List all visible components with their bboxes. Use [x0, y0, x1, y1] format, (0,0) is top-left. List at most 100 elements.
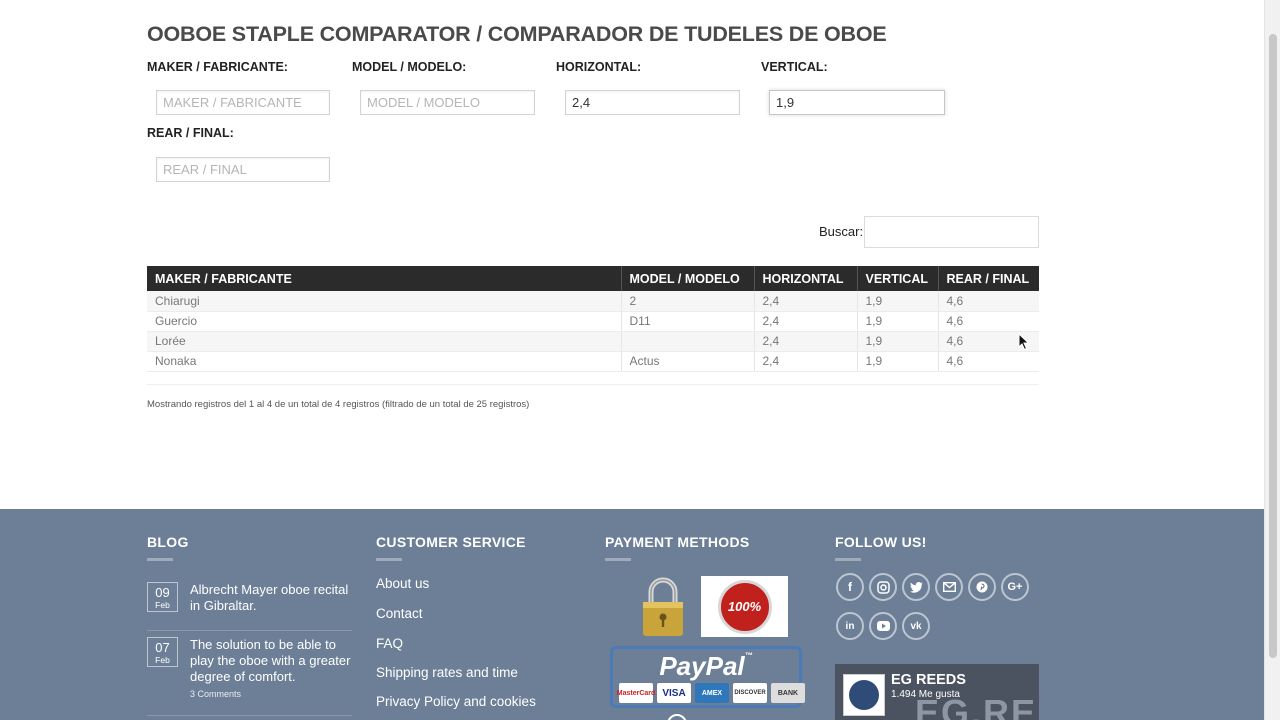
- page-scrollbar[interactable]: [1264, 0, 1280, 720]
- post-date-badge: 07 Feb: [147, 637, 178, 667]
- table-header-row: MAKER / FABRICANTE MODEL / MODELO HORIZO…: [147, 266, 1039, 291]
- padlock-icon: [643, 577, 683, 636]
- cell-horizontal: 2,4: [754, 311, 858, 332]
- footer-customer-service-heading: CUSTOMER SERVICE: [376, 534, 526, 550]
- post-comments-link[interactable]: 3 Comments: [190, 689, 241, 699]
- site-footer: BLOG 09 Feb Albrecht Mayer oboe recital …: [0, 509, 1264, 720]
- search-icon: [667, 714, 687, 720]
- footer-payment-heading: PAYMENT METHODS: [605, 534, 750, 550]
- post-day: 09: [155, 585, 170, 600]
- footer-follow-heading: FOLLOW US!: [835, 534, 927, 550]
- column-header-vertical[interactable]: VERTICAL: [857, 266, 939, 291]
- column-header-horizontal[interactable]: HORIZONTAL: [754, 266, 858, 291]
- cell-model: 2: [621, 291, 755, 312]
- instagram-icon[interactable]: [869, 573, 897, 601]
- cell-maker: Chiarugi: [147, 291, 622, 312]
- post-title-link[interactable]: The solution to be able to play the oboe…: [190, 637, 355, 685]
- cell-rear: 4,6: [938, 311, 1039, 332]
- cell-model: [621, 331, 755, 352]
- maker-filter-label: MAKER / FABRICANTE:: [147, 60, 288, 74]
- heading-underline: [147, 558, 173, 561]
- heading-underline: [376, 558, 402, 561]
- cell-maker: Lorée: [147, 331, 622, 352]
- cell-vertical: 1,9: [857, 291, 939, 312]
- email-icon[interactable]: [935, 573, 963, 601]
- google-plus-icon[interactable]: G+: [1001, 573, 1029, 601]
- maker-filter-input[interactable]: [156, 90, 330, 115]
- results-table: MAKER / FABRICANTE MODEL / MODELO HORIZO…: [147, 266, 1039, 372]
- bank-icon: BANK: [771, 683, 805, 703]
- horizontal-filter-input[interactable]: [565, 90, 740, 115]
- paypal-trademark: ™: [744, 651, 753, 660]
- cell-vertical: 1,9: [857, 331, 939, 352]
- cell-model: Actus: [621, 351, 755, 372]
- heading-underline: [835, 558, 861, 561]
- cell-horizontal: 2,4: [754, 331, 858, 352]
- cell-rear: 4,6: [938, 351, 1039, 372]
- paypal-wordmark: PayPal: [659, 651, 745, 681]
- paypal-logo: PayPal™: [613, 651, 799, 682]
- table-footer-divider: [147, 384, 1039, 386]
- horizontal-filter-label: HORIZONTAL:: [556, 60, 642, 74]
- facebook-icon[interactable]: f: [836, 573, 864, 601]
- youtube-icon[interactable]: [869, 612, 897, 640]
- post-divider: [147, 715, 352, 716]
- table-row: Chiarugi 2 2,4 1,9 4,6: [147, 291, 1039, 312]
- cell-rear: 4,6: [938, 291, 1039, 312]
- vertical-filter-label: VERTICAL:: [761, 60, 828, 74]
- page-title: OOBOE STAPLE COMPARATOR / COMPARADOR DE …: [147, 22, 887, 46]
- visa-icon: VISA: [657, 683, 691, 703]
- eg-reeds-logo: [843, 674, 885, 716]
- privacy-policy-link[interactable]: Privacy Policy and cookies: [376, 694, 536, 709]
- cell-horizontal: 2,4: [754, 351, 858, 372]
- column-header-rear[interactable]: REAR / FINAL: [938, 266, 1039, 291]
- twitter-icon[interactable]: [902, 573, 930, 601]
- table-row: Nonaka Actus 2,4 1,9 4,6: [147, 351, 1039, 372]
- faq-link[interactable]: FAQ: [376, 636, 403, 651]
- vertical-filter-input[interactable]: [769, 90, 945, 115]
- about-us-link[interactable]: About us: [376, 576, 429, 591]
- cell-horizontal: 2,4: [754, 291, 858, 312]
- linkedin-icon[interactable]: in: [836, 612, 864, 640]
- post-month: Feb: [155, 655, 170, 665]
- table-row: Guercio D11 2,4 1,9 4,6: [147, 311, 1039, 332]
- scrollbar-thumb[interactable]: [1269, 34, 1277, 658]
- table-info-text: Mostrando registros del 1 al 4 de un tot…: [147, 399, 530, 410]
- vk-icon[interactable]: vk: [902, 612, 930, 640]
- facebook-page-widget[interactable]: EG.REE EG REEDS 1.494 Me gusta: [835, 664, 1039, 720]
- cell-model: D11: [621, 311, 755, 332]
- model-filter-label: MODEL / MODELO:: [352, 60, 467, 74]
- cell-vertical: 1,9: [857, 311, 939, 332]
- table-row: Lorée 2,4 1,9 4,6: [147, 331, 1039, 352]
- rear-filter-input[interactable]: [156, 157, 330, 182]
- discover-icon: DISCOVER: [733, 683, 767, 703]
- footer-blog-heading: BLOG: [147, 534, 189, 550]
- satisfaction-guarantee-badge: 100%: [701, 576, 788, 637]
- mouse-cursor-icon: [1018, 333, 1030, 351]
- pinterest-icon[interactable]: [968, 573, 996, 601]
- card-logos: MasterCard VISA AMEX DISCOVER BANK: [617, 683, 805, 703]
- post-title-link[interactable]: Albrecht Mayer oboe recital in Gibraltar…: [190, 582, 355, 614]
- guarantee-seal-text: 100%: [717, 579, 772, 634]
- blog-post[interactable]: 09 Feb Albrecht Mayer oboe recital in Gi…: [147, 582, 357, 622]
- cell-maker: Guercio: [147, 311, 622, 332]
- fb-page-name[interactable]: EG REEDS: [891, 672, 966, 688]
- search-input[interactable]: [864, 216, 1039, 248]
- rear-filter-label: REAR / FINAL:: [147, 126, 234, 140]
- shipping-link[interactable]: Shipping rates and time: [376, 665, 518, 680]
- column-header-model[interactable]: MODEL / MODELO: [621, 266, 755, 291]
- model-filter-input[interactable]: [360, 90, 535, 115]
- heading-underline: [605, 558, 631, 561]
- mastercard-icon: MasterCard: [617, 683, 655, 703]
- contact-link[interactable]: Contact: [376, 606, 423, 621]
- amex-icon: AMEX: [695, 683, 729, 703]
- post-date-badge: 09 Feb: [147, 582, 178, 612]
- paypal-badge: PayPal™ MasterCard VISA AMEX DISCOVER BA…: [610, 646, 805, 708]
- fb-likes-count: 1.494 Me gusta: [891, 689, 960, 700]
- blog-post[interactable]: 07 Feb The solution to be able to play t…: [147, 637, 357, 707]
- column-header-maker[interactable]: MAKER / FABRICANTE: [147, 266, 622, 291]
- cell-maker: Nonaka: [147, 351, 622, 372]
- cell-vertical: 1,9: [857, 351, 939, 372]
- post-day: 07: [155, 640, 170, 655]
- post-month: Feb: [155, 600, 170, 610]
